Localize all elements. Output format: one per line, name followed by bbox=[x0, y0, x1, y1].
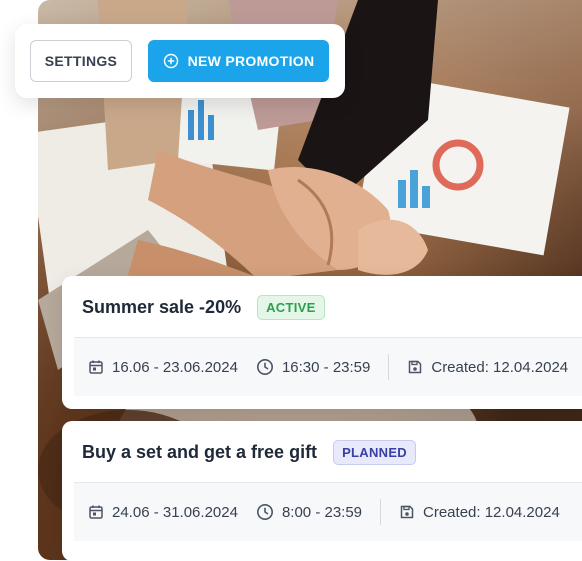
toolbar: SETTINGS NEW PROMOTION bbox=[15, 24, 345, 98]
promotion-card[interactable]: Buy a set and get a free gift PLANNED 24… bbox=[62, 421, 582, 561]
settings-button-label: SETTINGS bbox=[44, 53, 118, 69]
promotion-meta: 24.06 - 31.06.2024 8:00 - 23:59 Created:… bbox=[74, 483, 582, 541]
time-range-text: 8:00 - 23:59 bbox=[281, 503, 363, 521]
time-range: 8:00 - 23:59 bbox=[256, 503, 362, 521]
save-icon bbox=[399, 504, 415, 520]
status-badge: ACTIVE bbox=[257, 294, 325, 320]
created-date: Created: 12.04.2024 bbox=[399, 504, 560, 521]
clock-icon bbox=[256, 358, 274, 376]
created-date-text: Created: 12.04.2024 bbox=[423, 503, 560, 521]
date-range-text: 16.06 - 23.06.2024 bbox=[112, 358, 238, 376]
new-promotion-button[interactable]: NEW PROMOTION bbox=[148, 40, 329, 82]
time-range: 16:30 - 23:59 bbox=[256, 358, 370, 376]
time-range-text: 16:30 - 23:59 bbox=[281, 358, 371, 376]
settings-button[interactable]: SETTINGS bbox=[30, 40, 132, 82]
promotion-header: Summer sale -20% ACTIVE bbox=[82, 294, 325, 320]
status-badge: PLANNED bbox=[333, 439, 416, 465]
promotion-meta: 16.06 - 23.06.2024 16:30 - 23:59 Created… bbox=[74, 338, 582, 396]
date-range: 24.06 - 31.06.2024 bbox=[88, 504, 238, 521]
clock-icon bbox=[256, 503, 274, 521]
new-promotion-button-label: NEW PROMOTION bbox=[187, 53, 315, 69]
divider bbox=[380, 499, 382, 525]
divider bbox=[388, 354, 390, 380]
date-range: 16.06 - 23.06.2024 bbox=[88, 359, 238, 376]
promotion-card[interactable]: Summer sale -20% ACTIVE 16.06 - 23.06.20… bbox=[62, 276, 582, 409]
save-icon bbox=[407, 359, 423, 375]
calendar-icon bbox=[88, 504, 104, 520]
created-date-text: Created: 12.04.2024 bbox=[431, 358, 569, 376]
promotion-title: Buy a set and get a free gift bbox=[82, 441, 318, 462]
calendar-icon bbox=[88, 359, 104, 375]
promotion-header: Buy a set and get a free gift PLANNED bbox=[82, 439, 416, 465]
date-range-text: 24.06 - 31.06.2024 bbox=[112, 503, 238, 521]
promotion-title: Summer sale -20% bbox=[82, 296, 242, 317]
created-date: Created: 12.04.2024 bbox=[407, 359, 568, 376]
plus-circle-icon bbox=[163, 53, 179, 69]
